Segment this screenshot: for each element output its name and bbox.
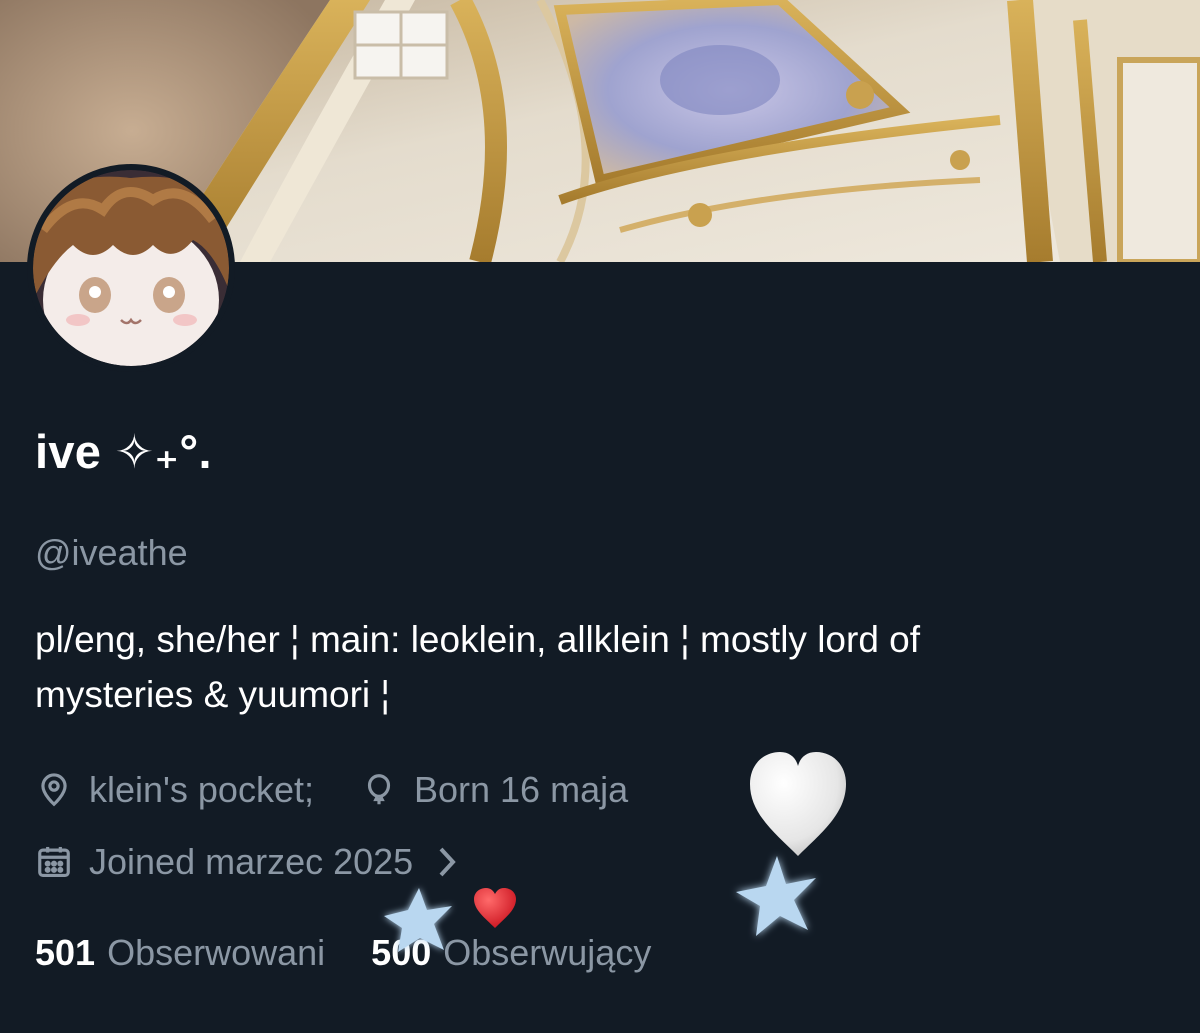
location-text: klein's pocket; <box>89 769 314 810</box>
user-handle: @iveathe <box>35 532 188 573</box>
blue-star-left-sticker <box>378 882 460 963</box>
following-label: Obserwowani <box>107 932 326 973</box>
bio-line: mysteries & yuumori ¦ <box>35 674 391 715</box>
joined-row[interactable]: Joined marzec 2025 <box>35 837 461 887</box>
profile-meta-row: klein's pocket; Born 16 maja <box>35 765 628 815</box>
avatar-image <box>33 170 229 366</box>
birthday-item: Born 16 maja <box>360 769 628 811</box>
following-count: 501 <box>35 932 96 973</box>
bio-line: pl/eng, she/her ¦ main: leoklein, allkle… <box>35 619 921 660</box>
location-pin-icon <box>35 771 73 809</box>
red-heart-sticker <box>472 886 518 935</box>
profile-page: ive ✧₊°. @iveathe pl/eng, she/her ¦ main… <box>0 0 1200 1033</box>
profile-bio: pl/eng, she/her ¦ main: leoklein, allkle… <box>35 612 1155 722</box>
following-link[interactable]: 501 Obserwowani <box>35 932 325 974</box>
calendar-icon <box>35 843 73 881</box>
location-item: klein's pocket; <box>35 769 314 811</box>
followers-label: Obserwujący <box>443 932 652 973</box>
balloon-icon <box>360 771 398 809</box>
birthday-text: Born 16 maja <box>413 769 629 810</box>
joined-text: Joined marzec 2025 <box>89 841 414 882</box>
display-name: ive ✧₊°. <box>35 425 212 478</box>
chevron-right-icon[interactable] <box>435 843 461 881</box>
profile-avatar[interactable] <box>27 164 235 372</box>
follow-stats: 501 Obserwowani 500 Obserwujący <box>35 932 651 982</box>
blue-star-right-sticker <box>728 848 826 949</box>
